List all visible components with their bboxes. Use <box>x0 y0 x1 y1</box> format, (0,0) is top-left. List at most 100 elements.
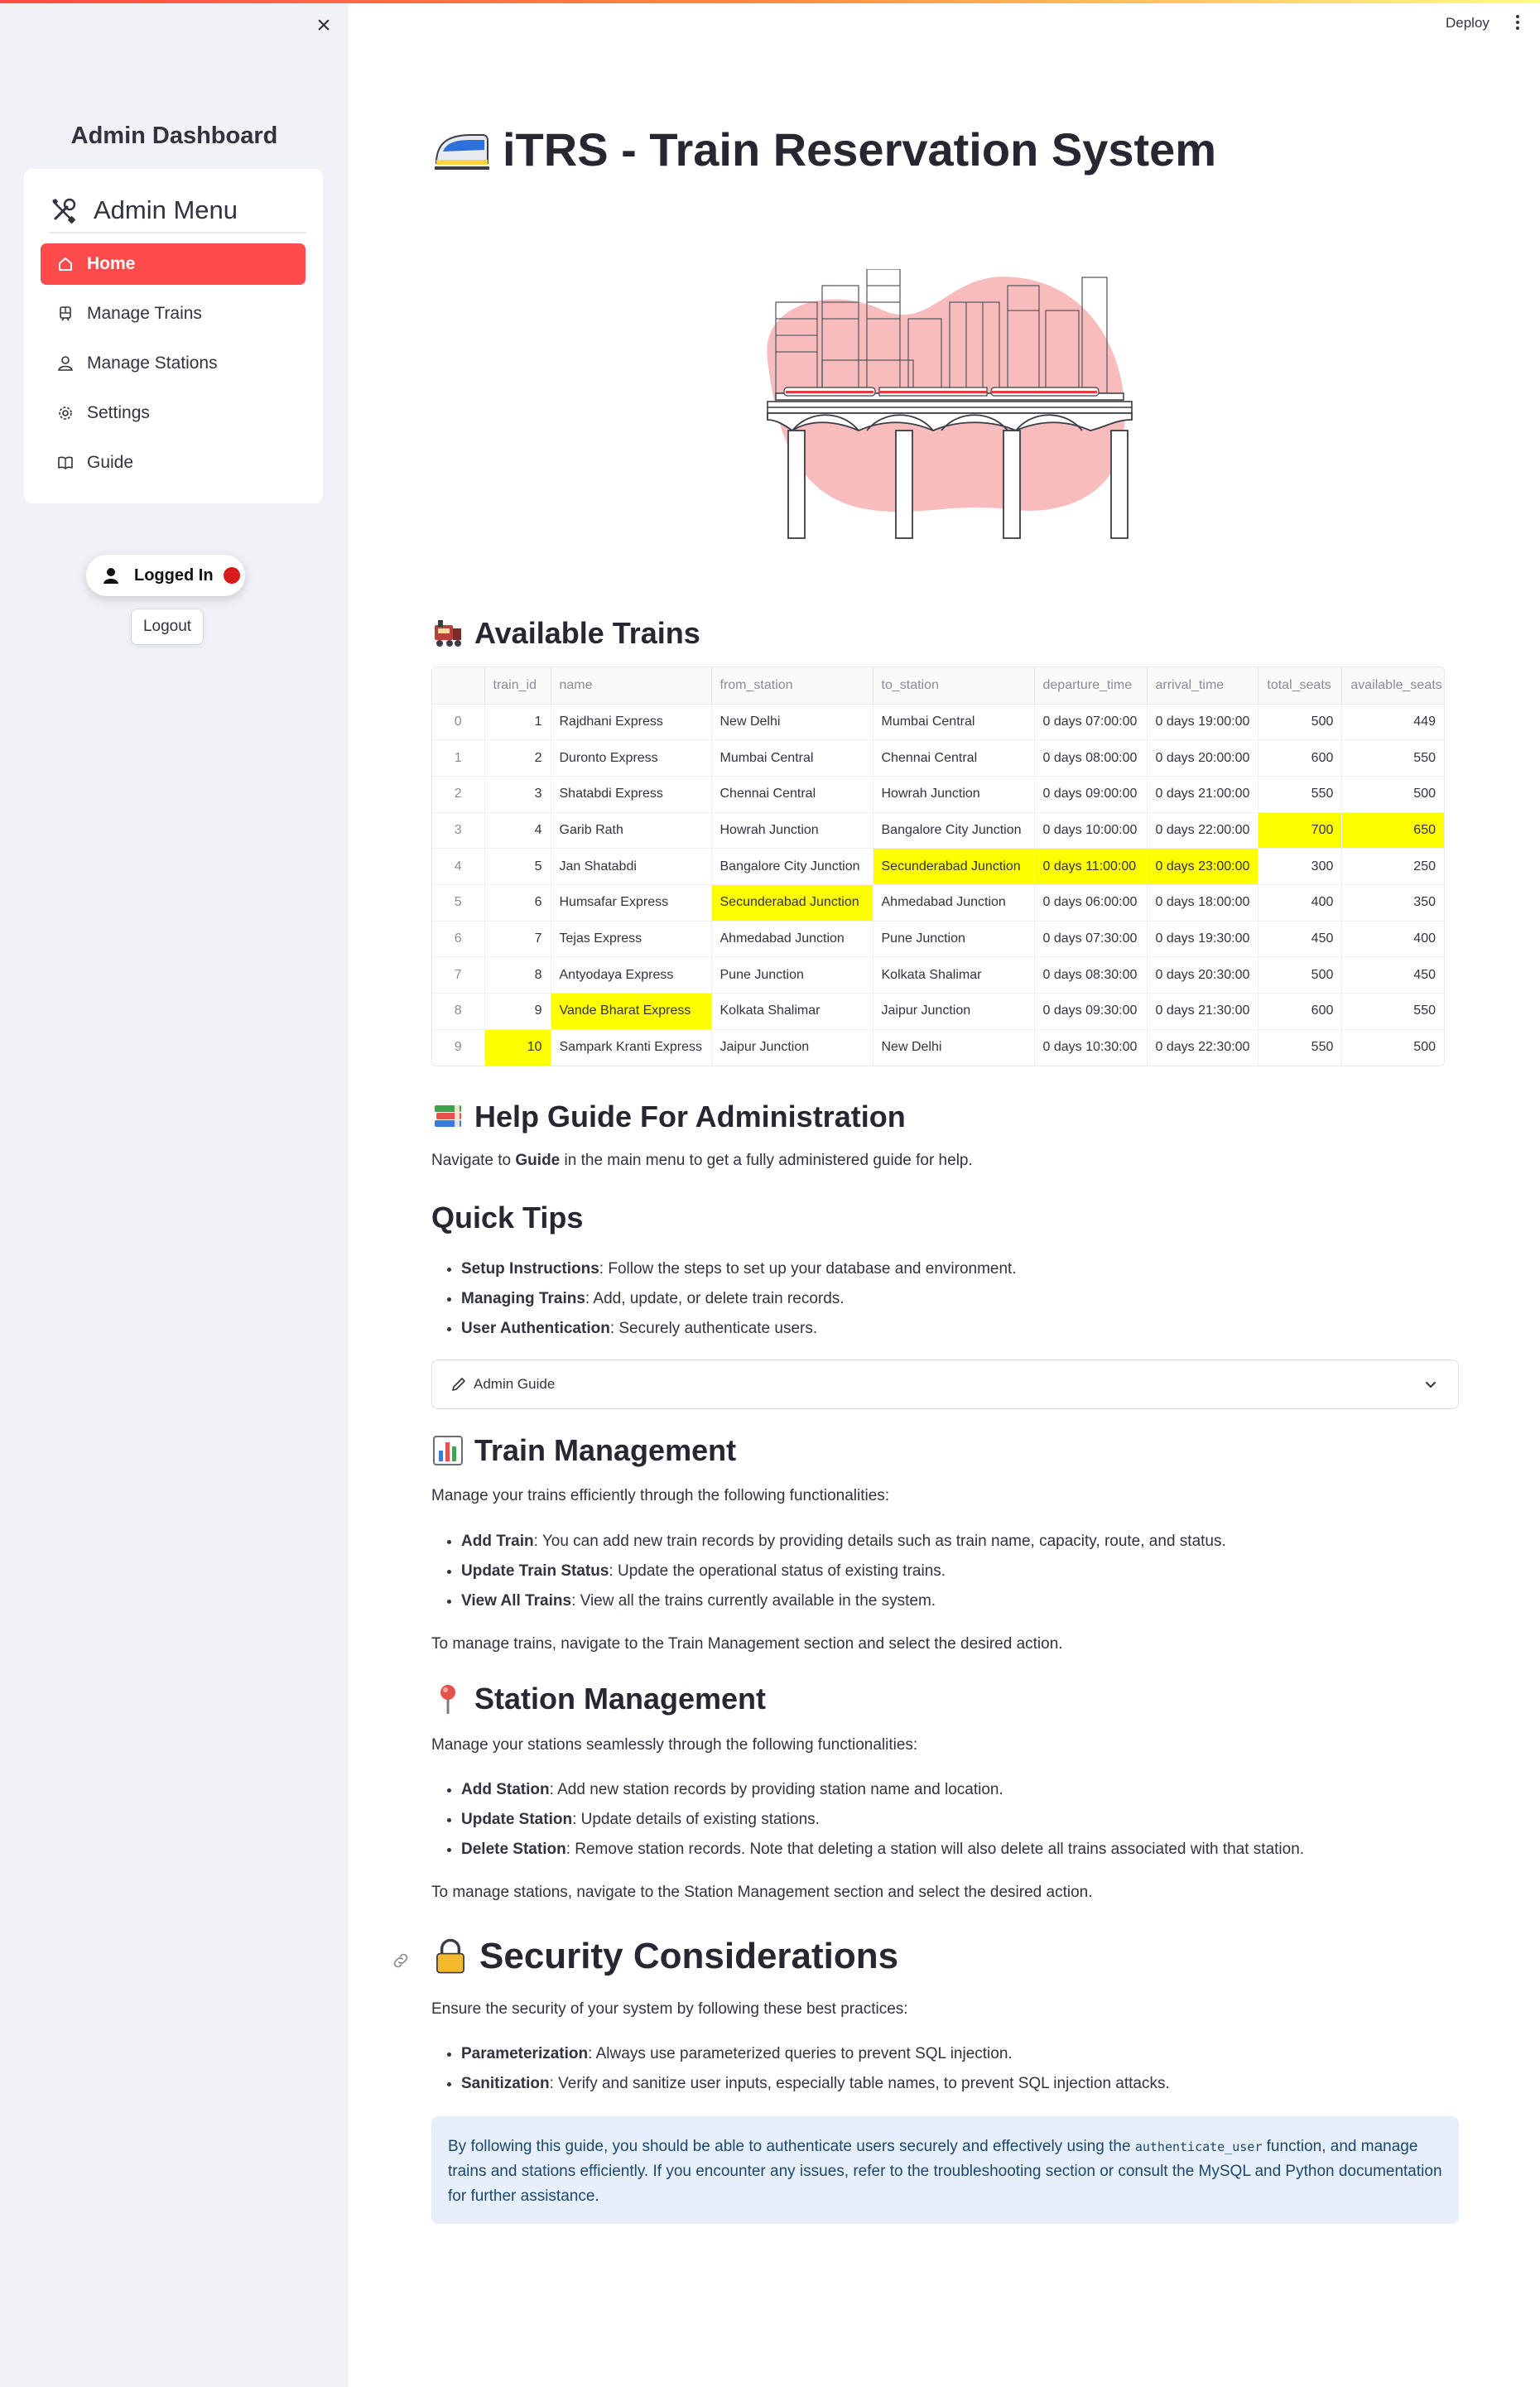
table-cell[interactable]: 0 days 06:00:00 <box>1034 884 1148 922</box>
column-header[interactable]: available_seats <box>1341 667 1444 705</box>
table-cell[interactable]: 500 <box>1341 776 1444 813</box>
table-cell[interactable]: 7 <box>484 921 551 958</box>
table-cell[interactable]: Secunderabad Junction <box>873 848 1035 885</box>
row-index-cell[interactable]: 0 <box>432 704 485 741</box>
table-cell[interactable]: Kolkata Shalimar <box>711 993 873 1030</box>
table-cell[interactable]: 300 <box>1258 848 1343 885</box>
table-cell[interactable]: 2 <box>484 739 551 777</box>
table-row[interactable]: 4 5 Jan Shatabdi Bangalore City Junction Sec… <box>432 848 1444 885</box>
table-cell[interactable]: Bangalore City Junction <box>873 812 1035 849</box>
row-index-cell[interactable]: 9 <box>432 1029 485 1066</box>
row-index-cell[interactable]: 5 <box>432 884 485 922</box>
table-cell[interactable]: Pune Junction <box>873 921 1035 958</box>
table-cell[interactable]: 449 <box>1341 704 1444 741</box>
table-cell[interactable]: Ahmedabad Junction <box>873 884 1035 922</box>
table-cell[interactable]: Humsafar Express <box>551 884 712 922</box>
table-cell[interactable]: New Delhi <box>711 704 873 741</box>
table-cell[interactable]: Tejas Express <box>551 921 712 958</box>
table-cell[interactable]: 500 <box>1342 1029 1444 1066</box>
table-cell[interactable]: 700 <box>1258 812 1343 849</box>
table-cell[interactable]: 0 days 09:00:00 <box>1034 776 1148 813</box>
table-row[interactable]: 9 10 Sampark Kranti Express Jaipur Junction… <box>432 1029 1444 1066</box>
column-header[interactable]: name <box>551 667 712 705</box>
table-cell[interactable]: Vande Bharat Express <box>551 993 712 1030</box>
table-row[interactable]: 3 4 Garib Rath Howrah Junction Bangalore Cit… <box>432 812 1444 849</box>
table-cell[interactable]: New Delhi <box>873 1029 1035 1066</box>
table-cell[interactable]: 9 <box>484 993 551 1030</box>
table-row[interactable]: 6 7 Tejas Express Ahmedabad Junction Pune Ju… <box>432 921 1444 958</box>
table-cell[interactable]: 600 <box>1258 739 1343 777</box>
column-header[interactable]: total_seats <box>1258 667 1343 705</box>
table-cell[interactable]: Jaipur Junction <box>711 1029 873 1066</box>
table-cell[interactable]: 0 days 19:00:00 <box>1147 704 1259 741</box>
admin-guide-expander[interactable]: Admin Guide <box>431 1360 1459 1409</box>
table-cell[interactable]: 550 <box>1258 776 1343 813</box>
column-header[interactable]: to_station <box>873 667 1035 705</box>
table-row[interactable]: 0 1 Rajdhani Express New Delhi Mumbai Centra… <box>432 704 1444 741</box>
row-index-cell[interactable]: 2 <box>432 776 485 813</box>
table-row[interactable]: 5 6 Humsafar Express Secunderabad Junction A… <box>432 884 1444 922</box>
table-cell[interactable]: 600 <box>1258 993 1343 1030</box>
table-cell[interactable]: 550 <box>1258 1029 1343 1066</box>
table-cell[interactable]: 1 <box>484 704 551 741</box>
table-cell[interactable]: 0 days 10:30:00 <box>1034 1029 1148 1066</box>
sidebar-item-manage-trains[interactable]: Manage Trains <box>41 293 306 334</box>
table-cell[interactable]: Secunderabad Junction <box>711 884 873 922</box>
table-cell[interactable]: 0 days 11:00:00 <box>1034 848 1148 885</box>
table-cell[interactable]: 0 days 21:00:00 <box>1147 776 1259 813</box>
table-cell[interactable]: Kolkata Shalimar <box>873 956 1035 994</box>
row-index-cell[interactable]: 7 <box>432 956 485 994</box>
row-index-cell[interactable]: 1 <box>432 739 485 777</box>
table-cell[interactable]: 650 <box>1341 812 1444 849</box>
table-cell[interactable]: 0 days 08:00:00 <box>1034 739 1148 777</box>
table-cell[interactable]: Ahmedabad Junction <box>711 921 873 958</box>
row-index-cell[interactable]: 6 <box>432 921 485 958</box>
table-cell[interactable]: Howrah Junction <box>873 776 1035 813</box>
table-cell[interactable]: 0 days 08:30:00 <box>1034 956 1148 994</box>
table-cell[interactable]: 550 <box>1341 993 1444 1030</box>
column-header[interactable]: departure_time <box>1034 667 1148 705</box>
table-cell[interactable]: 0 days 10:00:00 <box>1034 812 1148 849</box>
table-cell[interactable]: 3 <box>484 776 551 813</box>
table-cell[interactable]: Garib Rath <box>551 812 712 849</box>
table-cell[interactable]: 500 <box>1258 956 1343 994</box>
table-cell[interactable]: 0 days 19:30:00 <box>1147 921 1259 958</box>
table-cell[interactable]: 400 <box>1258 884 1343 922</box>
table-cell[interactable]: Shatabdi Express <box>551 776 712 813</box>
close-sidebar-icon[interactable]: × <box>313 13 334 38</box>
table-row[interactable]: 1 2 Duronto Express Mumbai Central Chennai C… <box>432 739 1444 777</box>
table-cell[interactable]: 6 <box>484 884 551 922</box>
sidebar-item-settings[interactable]: Settings <box>41 392 306 434</box>
table-cell[interactable]: 0 days 22:30:00 <box>1147 1029 1259 1066</box>
table-cell[interactable]: 0 days 07:30:00 <box>1034 921 1148 958</box>
row-index-cell[interactable]: 4 <box>432 848 485 885</box>
table-cell[interactable]: Sampark Kranti Express <box>551 1029 712 1066</box>
column-header[interactable]: arrival_time <box>1147 667 1259 705</box>
table-cell[interactable]: 450 <box>1341 956 1444 994</box>
column-header[interactable] <box>432 667 485 705</box>
table-row[interactable]: 7 8 Antyodaya Express Pune Junction Kolkata … <box>432 956 1444 994</box>
table-cell[interactable]: Jan Shatabdi <box>551 848 712 885</box>
table-cell[interactable]: 0 days 18:00:00 <box>1147 884 1259 922</box>
table-cell[interactable]: 450 <box>1258 921 1343 958</box>
table-cell[interactable]: 0 days 20:30:00 <box>1147 956 1259 994</box>
table-cell[interactable]: Pune Junction <box>711 956 873 994</box>
table-row[interactable]: 8 9 Vande Bharat Express Kolkata Shalimar Ja… <box>432 993 1444 1030</box>
table-cell[interactable]: 0 days 22:00:00 <box>1147 812 1259 849</box>
sidebar-item-home[interactable]: Home <box>41 243 306 285</box>
link-icon[interactable] <box>391 1951 411 1971</box>
table-cell[interactable]: Mumbai Central <box>873 704 1035 741</box>
table-cell[interactable]: Howrah Junction <box>711 812 873 849</box>
table-cell[interactable]: 0 days 07:00:00 <box>1034 704 1148 741</box>
table-row[interactable]: 2 3 Shatabdi Express Chennai Central Howrah … <box>432 776 1444 813</box>
table-cell[interactable]: 500 <box>1258 704 1343 741</box>
column-header[interactable]: train_id <box>484 667 551 705</box>
logout-button[interactable]: Logout <box>131 609 204 645</box>
sidebar-item-manage-stations[interactable]: Manage Stations <box>41 343 306 384</box>
sidebar-item-guide[interactable]: Guide <box>41 442 306 484</box>
table-cell[interactable]: Mumbai Central <box>711 739 873 777</box>
table-cell[interactable]: 0 days 09:30:00 <box>1034 993 1148 1030</box>
table-cell[interactable]: Antyodaya Express <box>551 956 712 994</box>
table-cell[interactable]: Chennai Central <box>873 739 1035 777</box>
table-cell[interactable]: Chennai Central <box>711 776 873 813</box>
